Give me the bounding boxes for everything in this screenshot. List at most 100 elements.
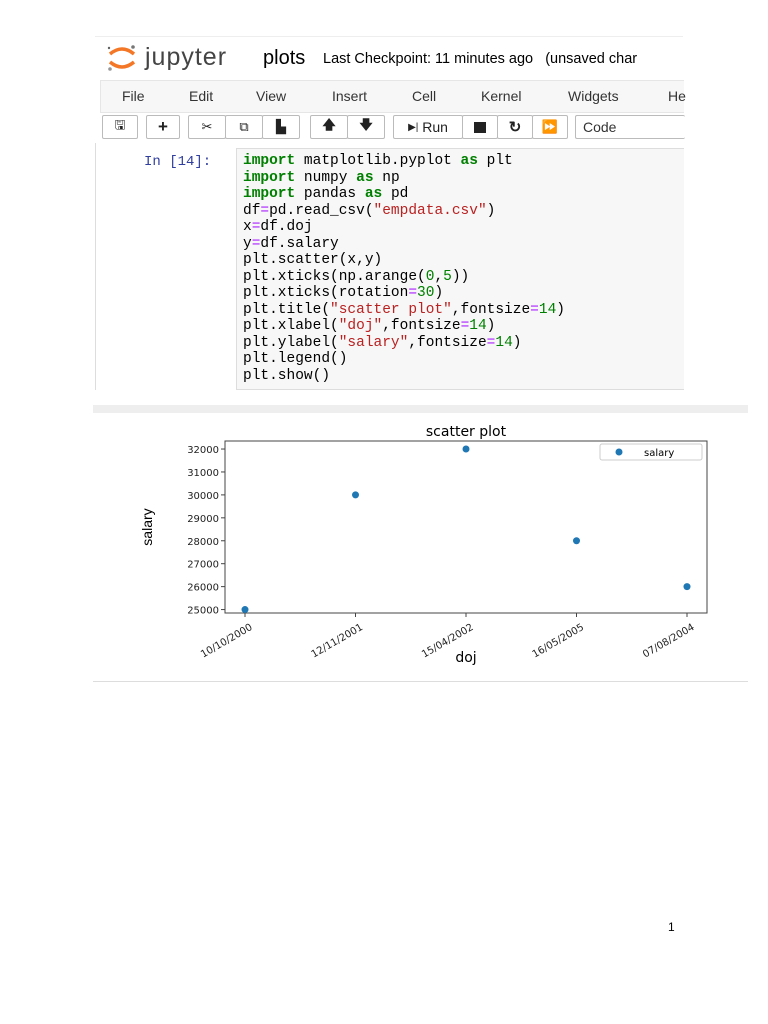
x-tick-label: 16/05/2005 [531,622,586,660]
cell-type-value: Code [583,119,617,135]
plus-icon: + [158,117,168,136]
save-button[interactable]: 🖫 [102,115,138,139]
chart-title: scatter plot [426,424,507,440]
step-forward-icon: ▶| [408,121,419,133]
y-tick-label: 30000 [187,491,219,502]
code-line: plt.legend() [243,351,565,368]
code-token: "doj" [338,318,383,334]
copy-button[interactable]: ⧉ [225,115,263,139]
code-token: plt [477,153,513,169]
code-token: = [260,202,270,219]
scatter-chart: scatter plot 25000 26000 27000 28000 29000 300… [139,424,708,666]
code-token: 14 [538,301,557,318]
y-tick-label: 29000 [187,514,219,525]
move-up-button[interactable]: 🡅 [310,115,348,139]
menu-help[interactable]: He [668,88,686,104]
code-token: )) [451,268,470,285]
code-token: = [408,285,418,301]
code-line: import pandas as pd [243,186,565,203]
cut-button[interactable]: ✂ [188,115,226,139]
code-token: 14 [495,334,513,351]
code-token: plt.legend() [243,351,348,367]
code-token: 14 [469,318,487,334]
copy-icon: ⧉ [239,119,249,134]
code-token: df.salary [260,235,339,252]
jupyter-logo-icon[interactable] [105,43,139,73]
code-token: as [356,169,374,186]
code-line: import matplotlib.pyplot as plt [243,153,565,170]
y-axis-label: salary [139,508,155,545]
menu-cell[interactable]: Cell [412,88,436,104]
code-line: plt.xticks(rotation=30) [243,285,565,302]
code-token: plt.show() [243,367,331,384]
code-token: ) [434,285,444,301]
code-token: ) [512,334,522,351]
y-tick-label: 26000 [187,583,219,594]
checkpoint-status: Last Checkpoint: 11 minutes ago (unsaved… [323,51,637,67]
code-line: plt.show() [243,368,565,385]
cell-type-select[interactable]: Code [575,115,685,139]
code-token: numpy [295,169,357,186]
restart-button[interactable]: ↻ [497,115,533,139]
code-line: plt.scatter(x,y) [243,252,565,269]
code-line: x=df.doj [243,219,565,236]
code-token: as [364,186,383,202]
restart-run-all-button[interactable]: ⏩ [532,115,568,139]
code-cell[interactable]: In [14]: import matplotlib.pyplot as plt… [95,143,684,390]
code-token: 5 [443,268,452,285]
code-line: y=df.salary [243,236,565,253]
menu-edit[interactable]: Edit [189,88,213,104]
code-token: as [460,153,478,169]
legend-label: salary [644,448,674,459]
x-axis-label: doj [455,650,476,666]
x-tick-label: 12/11/2001 [310,622,365,660]
toolbar: 🖫 + ✂ ⧉ ▙ 🡅 🡇 ▶| Run ↻ ⏩ Code [100,115,685,141]
insert-cell-button[interactable]: + [146,115,180,139]
scissors-icon: ✂ [201,119,213,134]
paste-button[interactable]: ▙ [262,115,300,139]
logo-text: jupyter [145,43,228,71]
code-token: pandas [295,186,365,202]
code-line: import numpy as np [243,170,565,187]
code-editor[interactable]: import matplotlib.pyplot as plt import nu… [236,148,684,390]
code-token: ,fontsize [408,334,487,351]
unsaved-text: (unsaved char [545,51,638,67]
code-token: plt.xticks(np.arange( [243,268,426,285]
code-token: pd [382,186,409,202]
notebook-name[interactable]: plots [263,47,305,70]
menu-widgets[interactable]: Widgets [568,88,619,104]
y-tick-label: 28000 [187,537,219,548]
code-token: df.doj [260,219,313,235]
code-text: import matplotlib.pyplot as plt import nu… [243,153,565,384]
menu-view[interactable]: View [256,88,286,104]
y-tick-label: 27000 [187,560,219,571]
run-button[interactable]: ▶| Run [393,115,463,139]
page-number: 1 [668,920,675,934]
arrow-up-icon: 🡅 [322,117,336,132]
data-point [241,606,249,614]
code-token: import [243,153,296,169]
code-token: df [243,202,261,219]
code-line: df=pd.read_csv("empdata.csv") [243,203,565,220]
plot-frame [224,440,708,614]
data-point [683,583,691,591]
code-token: 30 [417,285,435,301]
menu-file[interactable]: File [122,88,145,104]
interrupt-button[interactable] [462,115,498,139]
move-down-button[interactable]: 🡇 [347,115,385,139]
menu-kernel[interactable]: Kernel [481,88,521,104]
code-token: plt.scatter(x,y) [243,252,383,268]
code-token: "salary" [338,334,409,351]
y-tick-label: 31000 [187,468,219,479]
code-token: ) [556,301,565,318]
code-token: ,fontsize [382,318,461,334]
save-icon: 🖫 [114,117,126,132]
menubar: File Edit View Insert Cell Kernel Widget… [100,80,686,113]
menu-insert[interactable]: Insert [332,88,367,104]
y-tick-label: 32000 [187,445,219,456]
data-point [462,445,470,453]
code-token: ) [486,202,496,219]
y-tick-label: 25000 [187,606,219,617]
code-token: ,fontsize [451,301,531,318]
code-token: plt.xlabel( [243,318,339,334]
